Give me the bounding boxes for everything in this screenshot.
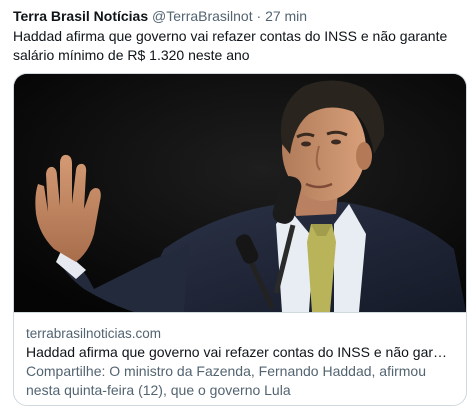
speaker-photo	[14, 74, 466, 312]
tweet-time[interactable]: 27 min	[265, 8, 307, 24]
tweet-header: Terra Brasil Notícias @TerraBrasilnot · …	[13, 7, 307, 25]
tweet[interactable]: Terra Brasil Notícias @TerraBrasilnot · …	[0, 0, 474, 406]
card-domain: terrabrasilnoticias.com	[26, 326, 162, 341]
author-handle[interactable]: @TerraBrasilnot	[152, 8, 253, 24]
card-description: Compartilhe: O ministro da Fazenda, Fern…	[26, 363, 426, 398]
card-body[interactable]: terrabrasilnoticias.com Haddad afirma qu…	[14, 312, 466, 405]
card-image[interactable]	[14, 74, 466, 312]
separator-dot: ·	[256, 8, 262, 24]
author-name[interactable]: Terra Brasil Notícias	[13, 8, 148, 24]
tweet-text: Haddad afirma que governo vai refazer co…	[13, 28, 448, 63]
card-title[interactable]: Haddad afirma que governo vai refazer co…	[26, 343, 454, 362]
link-preview-card[interactable]: terrabrasilnoticias.com Haddad afirma qu…	[13, 73, 467, 406]
